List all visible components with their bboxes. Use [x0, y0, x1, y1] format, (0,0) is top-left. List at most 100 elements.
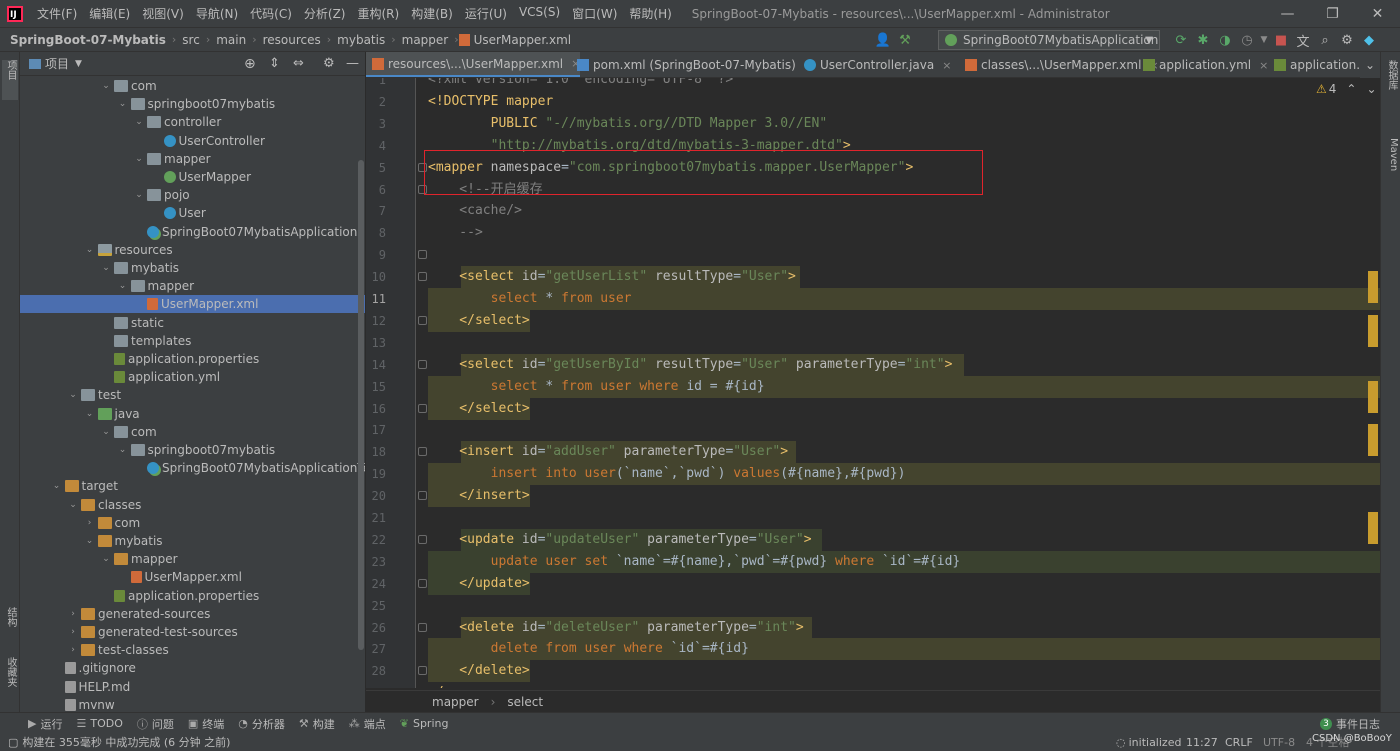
tree-item[interactable]: UserMapper.xml [20, 295, 365, 314]
tree-item[interactable]: application.yml [100, 368, 220, 386]
profiler-tool-button[interactable]: ◔ 分析器 [238, 716, 285, 732]
chevron-down-icon[interactable]: ⌄ [67, 500, 79, 510]
tree-item[interactable]: UserController [150, 132, 265, 150]
fold-marker-icon[interactable] [418, 622, 427, 632]
tree-item[interactable]: ⌄ springboot07mybatis [117, 441, 275, 459]
code-breadcrumb-mapper[interactable]: mapper [432, 695, 479, 709]
structure-tool-tab[interactable]: 结构 [2, 607, 18, 627]
tree-item[interactable]: ⌄ mybatis [100, 259, 179, 277]
spring-tool-button[interactable]: ❦ Spring [400, 717, 449, 730]
chevron-down-icon[interactable]: ⌄ [117, 281, 129, 291]
menu-item-4[interactable]: 代码(C) [244, 5, 298, 22]
menu-item-7[interactable]: 构建(B) [405, 5, 459, 22]
fold-marker-icon[interactable] [418, 447, 427, 457]
project-tool-tab[interactable]: 项目 [2, 60, 18, 100]
tree-item[interactable]: application.properties [100, 587, 259, 605]
problems-tool-button[interactable]: ⓘ 问题 [137, 716, 174, 732]
menu-item-8[interactable]: 运行(U) [459, 5, 513, 22]
tree-item[interactable]: ⌄ resources [84, 241, 173, 259]
build-tool-button[interactable]: ⚒ 构建 [299, 716, 335, 732]
breadcrumb-project[interactable]: SpringBoot-07-Mybatis [0, 33, 172, 47]
chevron-down-icon[interactable]: ⌄ [51, 481, 63, 491]
tree-item[interactable]: › test-classes [67, 641, 169, 659]
tree-item[interactable]: UserMapper [150, 168, 251, 186]
hide-panel-icon[interactable]: — [346, 56, 359, 71]
editor-tab[interactable]: application.yml × [1137, 52, 1268, 77]
rerun-icon[interactable]: ⟳ [1170, 28, 1192, 52]
menu-item-5[interactable]: 分析(Z) [298, 5, 352, 22]
gear-icon[interactable]: ⚙ [323, 56, 335, 71]
tree-item[interactable]: application.properties [100, 350, 259, 368]
plugin-icon[interactable]: ◆ [1358, 28, 1380, 52]
tree-item[interactable]: static [100, 314, 164, 332]
tree-item[interactable]: templates [100, 332, 191, 350]
terminal-tool-button[interactable]: ▣ 终端 [188, 716, 224, 732]
tree-item[interactable]: ⌄ mybatis [84, 532, 163, 550]
close-tab-icon[interactable]: × [1259, 59, 1268, 72]
chevron-down-icon[interactable]: ⌄ [84, 245, 96, 255]
code-breadcrumb-select[interactable]: select [507, 695, 543, 709]
editor-tab[interactable]: pom.xml (SpringBoot-07-Mybatis)× [571, 52, 813, 77]
error-stripe-marker[interactable] [1368, 424, 1378, 457]
fold-marker-icon[interactable] [418, 359, 427, 369]
chevron-down-icon[interactable]: ⌄ [84, 536, 96, 546]
chevron-down-icon[interactable]: ⌄ [1366, 82, 1376, 96]
editor-tab[interactable]: UserController.java × [798, 52, 951, 77]
close-tab-icon[interactable]: × [942, 59, 951, 72]
tree-item[interactable]: ⌄ mapper [133, 150, 210, 168]
chevron-up-icon[interactable]: ⌃ [1346, 82, 1356, 96]
error-stripe-marker[interactable] [1368, 271, 1378, 304]
tree-item[interactable]: › com [84, 514, 140, 532]
chevron-down-icon[interactable]: ▼ [75, 59, 82, 69]
breadcrumb-src[interactable]: src [176, 33, 206, 47]
breadcrumb-file[interactable]: UserMapper.xml [474, 33, 577, 47]
tree-item[interactable]: ⌄ controller [133, 113, 221, 131]
editor-tab[interactable]: application.p [1268, 52, 1368, 77]
fold-marker-icon[interactable] [418, 666, 427, 676]
chevron-down-icon[interactable]: ⌄ [67, 390, 79, 400]
search-icon[interactable]: ⌕ [1314, 28, 1336, 52]
editor-tab[interactable]: resources\...\UserMapper.xml × [366, 52, 581, 77]
tabs-overflow-chevron-icon[interactable]: ⌄ [1360, 52, 1380, 78]
fold-marker-icon[interactable] [418, 491, 427, 501]
tree-item[interactable]: › generated-test-sources [67, 623, 238, 641]
inspection-widget[interactable]: ⚠ 4 ⌃ ⌄ [1316, 80, 1378, 98]
tree-item[interactable]: User [150, 204, 206, 222]
event-log-button[interactable]: 3 事件日志 [1320, 716, 1380, 732]
chevron-down-icon[interactable]: ⌄ [100, 263, 112, 273]
tree-item[interactable]: SpringBoot07MybatisApplicationTes [133, 459, 365, 477]
expand-all-icon[interactable]: ⇕ [269, 56, 280, 71]
fold-marker-icon[interactable] [418, 534, 427, 544]
tree-item[interactable]: ⌄ mapper [117, 277, 194, 295]
fold-marker-icon[interactable] [418, 315, 427, 325]
breadcrumb-main[interactable]: main [210, 33, 252, 47]
coverage-icon[interactable]: ◑ [1214, 28, 1236, 52]
project-panel-title[interactable]: 项目 [45, 55, 69, 72]
profile-icon[interactable]: ◷ [1236, 28, 1258, 52]
tree-scrollbar[interactable] [358, 160, 364, 650]
database-tool-tab[interactable]: 数据库 [1383, 60, 1399, 90]
breadcrumb-mapper[interactable]: mapper [396, 33, 455, 47]
chevron-right-icon[interactable]: › [67, 627, 79, 637]
error-stripe-marker[interactable] [1368, 380, 1378, 413]
tree-item[interactable]: ⌄ test [67, 386, 121, 404]
tree-item[interactable]: ⌄ classes [67, 496, 141, 514]
favorites-tool-tab[interactable]: 收藏夹 [2, 657, 18, 687]
chevron-down-icon[interactable]: ⌄ [133, 190, 145, 200]
tree-item[interactable]: ⌄ com [100, 77, 156, 95]
tree-item[interactable]: SpringBoot07MybatisApplication [133, 223, 357, 241]
close-window-button[interactable]: ✕ [1355, 0, 1400, 28]
menu-item-0[interactable]: 文件(F) [31, 5, 83, 22]
menu-item-11[interactable]: 帮助(H) [623, 5, 677, 22]
line-separator[interactable]: CRLF [1225, 736, 1253, 749]
tree-item[interactable]: ⌄ com [100, 423, 156, 441]
menu-item-3[interactable]: 导航(N) [190, 5, 244, 22]
maximize-button[interactable]: ❐ [1310, 0, 1355, 28]
chevron-down-icon[interactable]: ⌄ [84, 409, 96, 419]
chevron-down-icon[interactable]: ⌄ [117, 445, 129, 455]
locate-icon[interactable]: ⊕ [244, 56, 256, 72]
tree-item[interactable]: .gitignore [51, 659, 136, 677]
tree-item[interactable]: UserMapper.xml [117, 568, 242, 586]
chevron-right-icon[interactable]: › [67, 645, 79, 655]
chevron-right-icon[interactable]: › [84, 518, 96, 528]
